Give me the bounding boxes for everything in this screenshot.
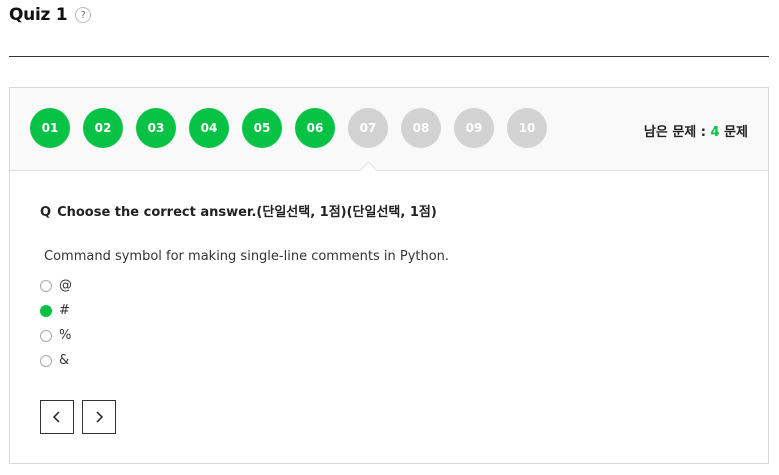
- question-number-04[interactable]: 04: [189, 108, 229, 148]
- question-number-05[interactable]: 05: [242, 108, 282, 148]
- question-number-09[interactable]: 09: [454, 108, 494, 148]
- question-text: Choose the correct answer.(단일선택, 1점)(단일선…: [57, 205, 437, 220]
- answer-option[interactable]: %: [40, 323, 72, 348]
- next-button[interactable]: [82, 400, 116, 434]
- page-title: Quiz 1: [9, 5, 68, 25]
- question-number-08[interactable]: 08: [401, 108, 441, 148]
- answer-option[interactable]: #: [40, 298, 72, 323]
- chevron-right-icon: [96, 411, 104, 423]
- help-icon[interactable]: ?: [75, 7, 92, 23]
- chevron-left-icon: [52, 411, 60, 423]
- prev-button[interactable]: [40, 400, 74, 434]
- answer-options: @ #% &: [40, 273, 72, 373]
- question-prompt: Command symbol for making single-line co…: [44, 249, 450, 264]
- question-heading: Q Choose the correct answer.(단일선택, 1점)(단일…: [40, 201, 437, 220]
- question-number-03[interactable]: 03: [136, 108, 176, 148]
- radio-button[interactable]: [40, 354, 52, 367]
- radio-button[interactable]: [40, 304, 52, 317]
- header-divider: [9, 56, 769, 57]
- page-header: Quiz 1 ?: [9, 4, 92, 26]
- option-label: &: [59, 353, 70, 368]
- answer-option[interactable]: @: [40, 273, 72, 298]
- pager: [40, 400, 124, 434]
- question-number-02[interactable]: 02: [83, 108, 123, 148]
- question-number-06[interactable]: 06: [295, 108, 335, 148]
- question-nav-bar: 01 02 03 04 05 06 07 08 09 10 남은 문제 : 4 문제: [10, 88, 768, 171]
- option-label: @: [59, 278, 72, 293]
- question-number-10[interactable]: 10: [507, 108, 547, 148]
- remaining-prefix: 남은 문제 :: [643, 125, 706, 140]
- radio-button[interactable]: [40, 329, 52, 342]
- question-number-list: 01 02 03 04 05 06 07 08 09 10: [30, 108, 560, 148]
- quiz-card: 01 02 03 04 05 06 07 08 09 10 남은 문제 : 4 문제 Q Choos…: [9, 87, 769, 464]
- question-number-01[interactable]: 01: [30, 108, 70, 148]
- question-number-07[interactable]: 07: [348, 108, 388, 148]
- answer-option[interactable]: &: [40, 348, 72, 373]
- radio-button[interactable]: [40, 279, 52, 292]
- question-marker: Q: [40, 205, 52, 220]
- option-label: #: [59, 303, 70, 318]
- remaining-count-text: 남은 문제 : 4 문제: [644, 121, 748, 140]
- remaining-count: 4: [710, 125, 720, 140]
- option-label: %: [59, 328, 72, 343]
- remaining-suffix: 문제: [724, 125, 748, 140]
